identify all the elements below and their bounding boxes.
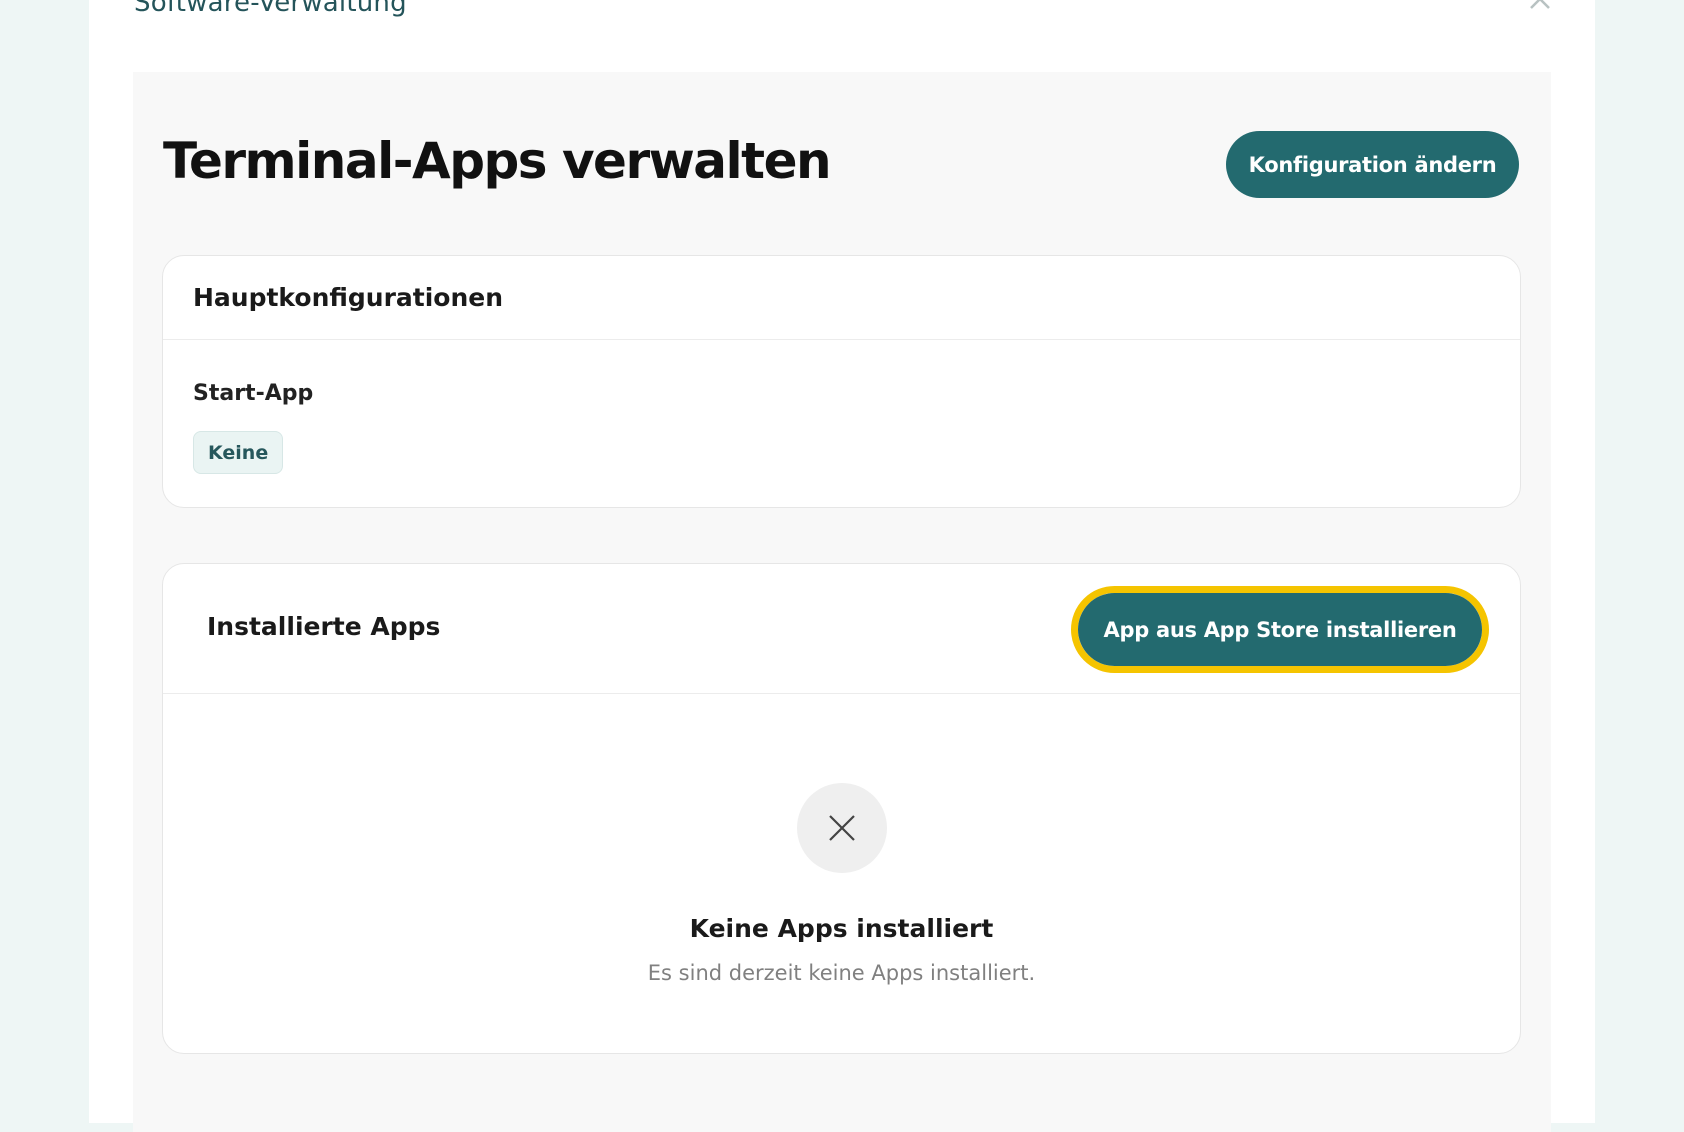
content-area: Terminal-Apps verwalten Konfiguration än… (133, 72, 1551, 1132)
close-icon[interactable] (1527, 0, 1553, 12)
main-configurations-card: Hauptkonfigurationen Start-App Keine (162, 255, 1521, 508)
installed-apps-card: Installierte Apps App aus App Store inst… (162, 563, 1521, 1054)
installed-apps-title: Installierte Apps (207, 612, 441, 641)
x-icon (797, 783, 887, 873)
page-title: Terminal-Apps verwalten (163, 132, 832, 190)
software-management-modal: Software-Verwaltung Terminal-Apps verwal… (89, 0, 1595, 1132)
install-button-highlight: App aus App Store installieren (1071, 586, 1489, 673)
start-app-badge: Keine (193, 431, 284, 474)
empty-state-title: Keine Apps installiert (689, 914, 994, 943)
start-app-label: Start-App (193, 381, 314, 406)
main-configurations-title: Hauptkonfigurationen (163, 256, 1520, 340)
change-configuration-button[interactable]: Konfiguration ändern (1226, 131, 1519, 198)
install-from-app-store-button[interactable]: App aus App Store installieren (1078, 593, 1482, 666)
empty-state-subtitle: Es sind derzeit keine Apps installiert. (647, 961, 1036, 985)
installed-apps-header: Installierte Apps App aus App Store inst… (163, 564, 1520, 694)
modal-title: Software-Verwaltung (134, 0, 407, 18)
